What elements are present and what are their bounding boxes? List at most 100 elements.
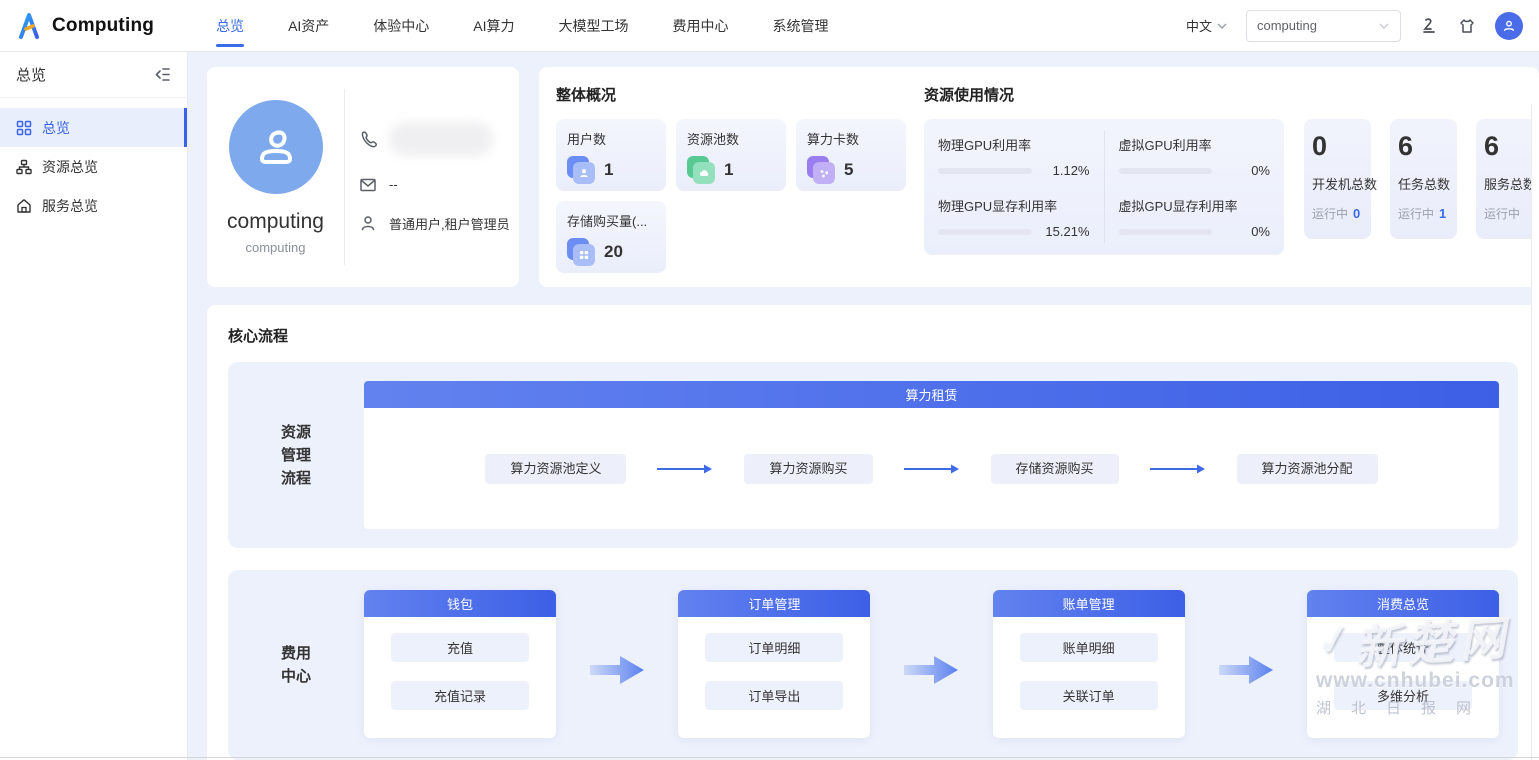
main-nav: 总览 AI资产 体验中心 AI算力 大模型工场 费用中心 系统管理 <box>216 0 828 51</box>
cloud-icon <box>687 156 715 184</box>
nav-tab-billing-center[interactable]: 费用中心 <box>673 0 729 51</box>
multidim-analysis-button[interactable]: 多维分析 <box>1334 681 1472 710</box>
step-pool-define[interactable]: 算力资源池定义 <box>485 454 626 484</box>
meter-physical-gpu: 物理GPU利用率 1.12% <box>938 135 1090 178</box>
nav-tab-system-admin[interactable]: 系统管理 <box>773 0 829 51</box>
counter-services[interactable]: 6 服务总数 运行中 <box>1476 119 1539 239</box>
billing-flow-panel: 费用 中心 钱包 充值 充值记录 订单管理 订单明细 订单导出 <box>228 570 1518 760</box>
home-icon <box>16 198 32 214</box>
user-email-row: -- <box>359 176 519 194</box>
wallet-column: 钱包 充值 充值记录 <box>364 590 556 738</box>
stat-tile-storage[interactable]: 存储购买量(... 20 <box>556 201 666 273</box>
sidebar-title: 总览 <box>16 64 46 85</box>
tenant-select-value: computing <box>1257 18 1317 33</box>
wallet-column-title: 钱包 <box>364 590 556 617</box>
sidebar-item-overview[interactable]: 总览 <box>0 108 187 147</box>
nav-tab-ai-assets[interactable]: AI资产 <box>288 0 329 51</box>
overall-statistics-button[interactable]: 整体统计 <box>1334 633 1472 662</box>
core-flow-card: 核心流程 资源 管理 流程 算力租赁 算力资源池定义 算力资源购买 <box>207 305 1539 760</box>
linked-orders-button[interactable]: 关联订单 <box>1020 681 1158 710</box>
storage-grid-icon <box>567 238 595 266</box>
phone-value-redacted <box>389 122 493 156</box>
window-bottom-edge <box>0 757 1539 758</box>
arrow-right-icon <box>903 463 961 475</box>
gpu-usage-panel: 物理GPU利用率 1.12% 物理GPU显存利用率 15.21% <box>924 119 1284 255</box>
person-icon <box>359 214 377 232</box>
nav-tab-model-factory[interactable]: 大模型工场 <box>559 0 629 51</box>
sidebar-menu: 总览 资源总览 服务总览 <box>0 98 187 225</box>
order-export-button[interactable]: 订单导出 <box>705 681 843 710</box>
step-storage-purchase[interactable]: 存储资源购买 <box>991 454 1119 484</box>
user-phone-row <box>359 122 519 156</box>
sidebar-item-label: 资源总览 <box>42 157 98 177</box>
bill-detail-button[interactable]: 账单明细 <box>1020 633 1158 662</box>
language-label: 中文 <box>1186 16 1212 35</box>
resource-flow-label: 资源 管理 流程 <box>228 362 364 548</box>
bill-column-title: 账单管理 <box>993 590 1185 617</box>
nav-tab-overview[interactable]: 总览 <box>216 0 244 51</box>
user-role-row: 普通用户,租户管理员 <box>359 214 519 233</box>
chevron-down-icon <box>1378 20 1390 32</box>
overview-title: 整体概况 <box>556 84 924 105</box>
sitemap-icon <box>16 159 32 175</box>
user-email: -- <box>389 177 398 192</box>
profile-avatar <box>229 100 323 194</box>
overview-tiles: 用户数 1 资源池数 1 <box>556 119 908 273</box>
collapse-sidebar-icon[interactable] <box>154 66 171 83</box>
meter-virtual-gpu-mem: 虚拟GPU显存利用率 0% <box>1119 196 1271 239</box>
billing-flow-label: 费用 中心 <box>228 570 364 760</box>
recharge-history-button[interactable]: 充值记录 <box>391 681 529 710</box>
consumption-column-title: 消费总览 <box>1307 590 1499 617</box>
arrow-right-icon <box>1149 463 1207 475</box>
brand[interactable]: Computing <box>14 11 154 41</box>
billing-flow-columns: 钱包 充值 充值记录 订单管理 订单明细 订单导出 账单管理 账单明细 关联 <box>364 570 1518 760</box>
counter-cards: 0 开发机总数 运行中0 6 任务总数 运行中1 6 服 <box>1304 119 1539 255</box>
language-switcher[interactable]: 中文 <box>1186 16 1228 35</box>
main-content: computing computing -- 普通用户,租户管理员 <box>188 52 1539 760</box>
consumption-overview-column: 消费总览 整体统计 多维分析 <box>1307 590 1499 738</box>
core-flow-title: 核心流程 <box>228 325 1518 346</box>
counter-tasks[interactable]: 6 任务总数 运行中1 <box>1390 119 1457 239</box>
scrollbar[interactable] <box>1531 104 1539 760</box>
user-card: computing computing -- 普通用户,租户管理员 <box>207 67 519 287</box>
brand-name: Computing <box>52 15 154 37</box>
resource-flow-panel: 资源 管理 流程 算力租赁 算力资源池定义 算力资源购买 存储资源购买 算力资 <box>228 362 1518 548</box>
sidebar: 总览 总览 资源总览 服务总览 <box>0 52 188 760</box>
counter-dev-machines[interactable]: 0 开发机总数 运行中0 <box>1304 119 1371 239</box>
order-column-title: 订单管理 <box>678 590 870 617</box>
recharge-button[interactable]: 充值 <box>391 633 529 662</box>
step-resource-purchase[interactable]: 算力资源购买 <box>744 454 872 484</box>
stat-tile-compute-cards[interactable]: 算力卡数 5 <box>796 119 906 191</box>
user-subname: computing <box>246 240 306 255</box>
order-detail-button[interactable]: 订单明细 <box>705 633 843 662</box>
phone-icon <box>359 130 377 148</box>
user-count-icon <box>567 156 595 184</box>
running-count: 1 <box>1439 206 1446 221</box>
stat-tile-resource-pools[interactable]: 资源池数 1 <box>676 119 786 191</box>
guide-pen-icon[interactable] <box>1419 16 1439 36</box>
sidebar-item-resource-overview[interactable]: 资源总览 <box>0 147 187 186</box>
sidebar-item-label: 服务总览 <box>42 196 98 216</box>
order-management-column: 订单管理 订单明细 订单导出 <box>678 590 870 738</box>
tenant-select[interactable]: computing <box>1246 10 1401 42</box>
stat-tile-users[interactable]: 用户数 1 <box>556 119 666 191</box>
user-avatar[interactable] <box>1495 12 1523 40</box>
bill-management-column: 账单管理 账单明细 关联订单 <box>993 590 1185 738</box>
top-navbar: Computing 总览 AI资产 体验中心 AI算力 大模型工场 费用中心 系… <box>0 0 1539 52</box>
nav-tab-experience-center[interactable]: 体验中心 <box>373 0 429 51</box>
user-role: 普通用户,租户管理员 <box>389 214 510 233</box>
sidebar-item-label: 总览 <box>42 118 70 138</box>
theme-shirt-icon[interactable] <box>1457 16 1477 36</box>
arrow-right-icon <box>556 590 678 688</box>
mail-icon <box>359 176 377 194</box>
overview-card: 整体概况 用户数 1 资源池数 <box>539 67 1539 287</box>
sidebar-item-service-overview[interactable]: 服务总览 <box>0 186 187 225</box>
person-icon <box>248 119 304 175</box>
nav-tab-ai-compute[interactable]: AI算力 <box>473 0 514 51</box>
compute-rental-banner: 算力租赁 <box>364 381 1499 408</box>
grid-icon <box>16 120 32 136</box>
meter-virtual-gpu: 虚拟GPU利用率 0% <box>1119 135 1271 178</box>
arrow-right-icon <box>870 590 992 688</box>
step-pool-allocate[interactable]: 算力资源池分配 <box>1237 454 1378 484</box>
meter-physical-gpu-mem: 物理GPU显存利用率 15.21% <box>938 196 1090 239</box>
